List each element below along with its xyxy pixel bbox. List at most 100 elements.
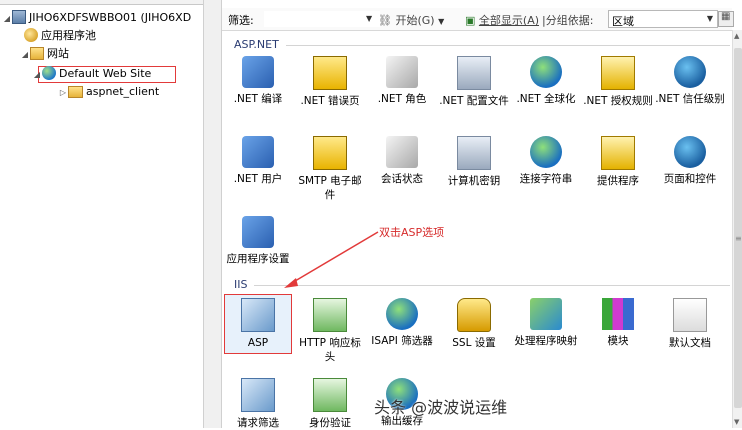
tree-top-border bbox=[0, 0, 203, 5]
filter-dropdown-icon[interactable]: ▼ bbox=[366, 14, 372, 23]
show-all-label: 全部显示(A) bbox=[478, 14, 540, 27]
aspnet-feature-icon bbox=[601, 56, 635, 90]
iis-item[interactable]: 默认文档 bbox=[654, 298, 726, 350]
iis-item[interactable]: ASP bbox=[222, 298, 294, 350]
aspnet-item[interactable]: .NET 角色 bbox=[366, 56, 438, 106]
annotation-text: 双击ASP选项 bbox=[379, 226, 445, 239]
aspnet-item-label: .NET 编译 bbox=[233, 93, 283, 105]
tree-node-label: 网站 bbox=[47, 47, 69, 60]
aspnet-item-label: SMTP 电子邮件 bbox=[298, 175, 362, 201]
tree-node-app-pools[interactable]: 应用程序池 bbox=[24, 28, 96, 44]
scroll-down-icon[interactable]: ▼ bbox=[734, 418, 739, 426]
expand-arrow-icon[interactable]: ◢ bbox=[32, 67, 42, 83]
group-by-value: 区域 bbox=[612, 15, 634, 28]
start-label: 开始(G) bbox=[395, 14, 435, 27]
aspnet-item[interactable]: .NET 信任级别 bbox=[654, 56, 726, 106]
tree-node-default-site[interactable]: ◢ Default Web Site bbox=[32, 66, 151, 82]
aspnet-item[interactable]: .NET 编译 bbox=[222, 56, 294, 106]
iis-item[interactable]: 请求筛选 bbox=[222, 378, 294, 430]
grid-view-icon: ▦ bbox=[721, 11, 731, 22]
globe-icon bbox=[42, 66, 56, 80]
expand-arrow-icon[interactable]: ◢ bbox=[2, 11, 12, 27]
aspnet-item[interactable]: .NET 错误页 bbox=[294, 56, 366, 108]
aspnet-feature-icon bbox=[386, 56, 418, 88]
group-by-label: |分组依据: bbox=[542, 14, 594, 27]
expand-arrow-icon[interactable]: ◢ bbox=[20, 47, 30, 63]
binoculars-icon: ⛓ bbox=[378, 14, 392, 27]
section-divider bbox=[286, 45, 730, 46]
iis-feature-icon bbox=[313, 378, 347, 412]
aspnet-item[interactable]: .NET 授权规则 bbox=[582, 56, 654, 108]
group-by-select[interactable]: 区域 ▼ bbox=[608, 10, 718, 28]
section-header-aspnet: ASP.NET bbox=[234, 38, 279, 51]
filter-input[interactable] bbox=[264, 11, 380, 27]
aspnet-feature-icon bbox=[530, 136, 562, 168]
aspnet-item-label: .NET 用户 bbox=[233, 173, 283, 185]
iis-item-label: ISAPI 筛选器 bbox=[371, 335, 433, 347]
aspnet-feature-icon bbox=[530, 56, 562, 88]
annotation-arrow bbox=[284, 231, 379, 288]
tree-node-label: aspnet_client bbox=[86, 85, 160, 98]
scroll-up-icon[interactable]: ▲ bbox=[734, 32, 739, 40]
iis-item-label: HTTP 响应标头 bbox=[299, 337, 361, 363]
iis-feature-icon bbox=[241, 378, 275, 412]
iis-feature-icon bbox=[457, 298, 491, 332]
aspnet-feature-icon bbox=[242, 136, 274, 168]
aspnet-feature-icon bbox=[457, 136, 491, 170]
tree-node-server[interactable]: ◢ JIHO6XDFSWBBO01 (JIHO6XD bbox=[2, 10, 191, 26]
iis-item[interactable]: 身份验证 bbox=[294, 378, 366, 430]
sites-folder-icon bbox=[30, 47, 44, 60]
iis-feature-icon bbox=[386, 298, 418, 330]
section-header-iis: IIS bbox=[234, 278, 248, 291]
iis-item[interactable]: HTTP 响应标头 bbox=[294, 298, 366, 364]
start-dropdown-icon[interactable]: ▼ bbox=[438, 17, 444, 26]
tree-node-label: 应用程序池 bbox=[41, 29, 96, 42]
iis-feature-icon bbox=[673, 298, 707, 332]
aspnet-item-label: 计算机密钥 bbox=[447, 175, 501, 187]
show-all-button[interactable]: ▣ 全部显示(A) bbox=[465, 12, 539, 28]
iis-item[interactable]: 处理程序映射 bbox=[510, 298, 582, 348]
aspnet-feature-icon bbox=[313, 136, 347, 170]
start-button[interactable]: ⛓ 开始(G) ▼ bbox=[378, 12, 444, 28]
aspnet-item-label: .NET 授权规则 bbox=[583, 95, 653, 107]
aspnet-item-label: .NET 角色 bbox=[377, 93, 427, 105]
iis-item-label: 默认文档 bbox=[669, 337, 711, 349]
tree-node-aspnet-client[interactable]: ▷ aspnet_client bbox=[58, 84, 159, 100]
iis-feature-icon bbox=[602, 298, 634, 330]
aspnet-item[interactable]: .NET 用户 bbox=[222, 136, 294, 186]
pane-divider[interactable] bbox=[203, 0, 222, 428]
collapse-arrow-icon[interactable]: ▷ bbox=[58, 85, 68, 101]
aspnet-item[interactable]: .NET 配置文件 bbox=[438, 56, 510, 108]
scrollbar-thumb[interactable] bbox=[734, 48, 742, 408]
iis-item[interactable]: ISAPI 筛选器 bbox=[366, 298, 438, 348]
tree-node-label: Default Web Site bbox=[59, 67, 152, 80]
aspnet-feature-icon bbox=[601, 136, 635, 170]
aspnet-item-label: 提供程序 bbox=[597, 175, 639, 187]
iis-item-label: SSL 设置 bbox=[452, 337, 496, 349]
scroll-grip-icon: ≡ bbox=[735, 234, 742, 243]
chevron-down-icon: ▼ bbox=[706, 14, 713, 23]
filter-toolbar: 筛选: ▼ ⛓ 开始(G) ▼ ▣ 全部显示(A) |分组依据: 区域 ▼ ▦ bbox=[222, 8, 734, 31]
aspnet-item[interactable]: 连接字符串 bbox=[510, 136, 582, 186]
aspnet-item[interactable]: .NET 全球化 bbox=[510, 56, 582, 106]
iis-item[interactable]: 模块 bbox=[582, 298, 654, 348]
aspnet-item[interactable]: SMTP 电子邮件 bbox=[294, 136, 366, 202]
aspnet-item[interactable]: 页面和控件 bbox=[654, 136, 726, 186]
aspnet-item-label: 会话状态 bbox=[381, 173, 423, 185]
aspnet-item[interactable]: 会话状态 bbox=[366, 136, 438, 186]
aspnet-item[interactable]: 计算机密钥 bbox=[438, 136, 510, 188]
iis-item[interactable]: SSL 设置 bbox=[438, 298, 510, 350]
group-by-text: 分组依据: bbox=[545, 14, 594, 27]
vertical-scrollbar[interactable]: ▲ ≡ ▼ bbox=[732, 30, 742, 428]
tree-node-sites[interactable]: ◢ 网站 bbox=[20, 46, 69, 62]
aspnet-feature-icon bbox=[674, 56, 706, 88]
aspnet-feature-icon bbox=[242, 216, 274, 248]
aspnet-item-label: .NET 配置文件 bbox=[439, 95, 509, 107]
filter-label: 筛选: bbox=[228, 14, 254, 27]
view-mode-button[interactable]: ▦ bbox=[718, 11, 734, 27]
folder-icon bbox=[68, 86, 83, 98]
tree-node-label: JIHO6XDFSWBBO01 (JIHO6XD bbox=[29, 11, 192, 24]
aspnet-item-label: .NET 全球化 bbox=[516, 93, 576, 105]
aspnet-item[interactable]: 提供程序 bbox=[582, 136, 654, 188]
show-all-icon: ▣ bbox=[465, 14, 476, 27]
